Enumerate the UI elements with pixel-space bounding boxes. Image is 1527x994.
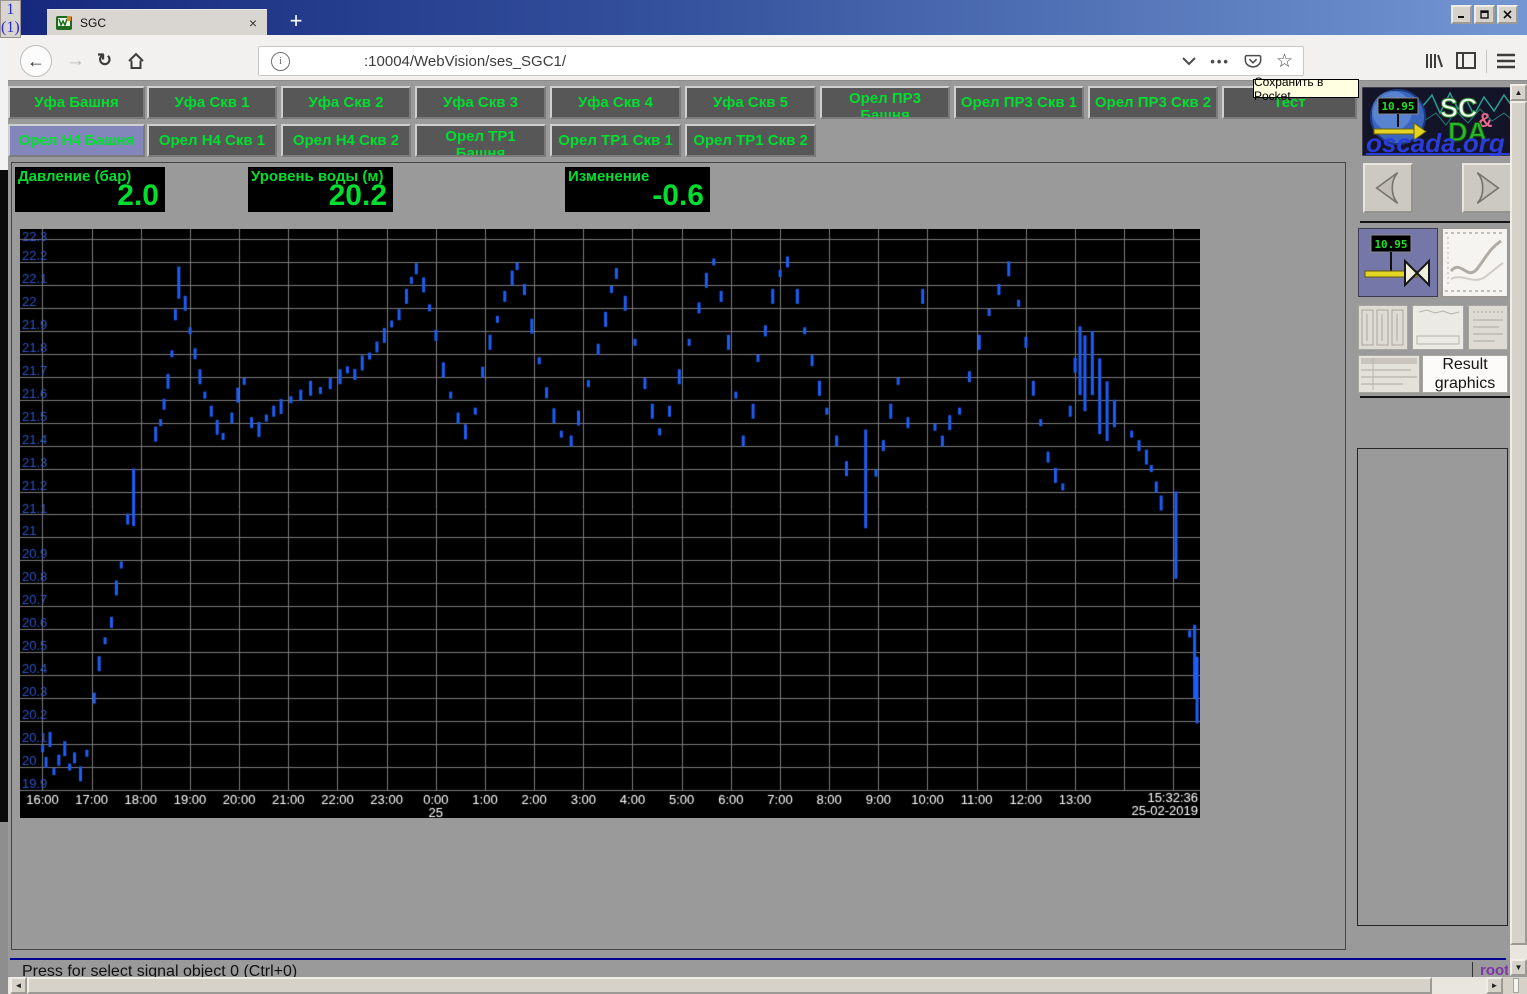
panel-divider-bottom [1360,396,1510,398]
status-user[interactable]: root [1480,962,1508,977]
scada-button-orel-tr1-bashnya[interactable]: Орел ТР1 Башня [415,124,546,157]
result-graphics-button[interactable]: Result graphics [1422,355,1508,393]
tab-close-icon[interactable]: × [249,15,257,31]
page-prev-icon [1367,167,1409,209]
status-divider [1472,962,1473,977]
home-icon [126,51,146,71]
page-actions-icon[interactable]: ••• [1210,54,1230,69]
status-separator-line [10,958,1506,960]
tab-favicon-icon [56,15,72,31]
scada-button-orel-pr3-bashnya[interactable]: Орел ПР3 Башня [820,86,950,119]
result-graphics-line2: graphics [1435,374,1495,393]
background-window-sliver-dark [0,170,8,822]
widget-thumb-document[interactable] [1412,305,1464,350]
scada-button-orel-tr1-skv2[interactable]: Орел ТР1 Скв 2 [685,124,816,157]
url-bar[interactable]: i :10004/WebVision/ses_SGC1/ ••• ☆ [258,46,1304,76]
scada-button-orel-n4-bashnya[interactable]: Орел Н4 Башня [8,124,145,157]
home-button[interactable] [126,51,146,76]
widget-thumb-table[interactable] [1358,355,1420,393]
widget-icon-valve-selected[interactable]: 10.95 [1358,228,1438,297]
screen: SGC × + ← → ↻ i :10004/WebVision/ses_SGC… [0,0,1527,994]
browser-tab-sgc[interactable]: SGC × [47,9,267,35]
reload-button[interactable]: ↻ [97,50,112,71]
library-icon[interactable] [1424,51,1444,71]
scada-button-ufa-skv1[interactable]: Уфа Скв 1 [147,86,277,119]
scada-button-ufa-skv4[interactable]: Уфа Скв 4 [550,86,681,119]
info-icon[interactable]: i [271,52,290,71]
display-change-value: -0.6 [565,181,710,211]
scada-button-orel-pr3-skv2[interactable]: Орел ПР3 Скв 2 [1088,86,1218,119]
valve-icon-lcd-value: 10.95 [1374,238,1407,251]
hscroll-right-arrow[interactable]: ► [1486,977,1503,994]
oscada-logo: 10.95 SC & DA oscada.org [1362,87,1520,156]
page-prev-button[interactable] [1363,163,1413,213]
scada-button-ufa-bashnya[interactable]: Уфа Башня [8,86,145,119]
display-water-level-value: 20.2 [248,181,393,211]
scada-button-orel-pr3-skv1[interactable]: Орел ПР3 Скв 1 [954,86,1084,119]
page-total: (1) [1,19,20,37]
status-user-clip: root [1480,962,1508,977]
sidebar-icon[interactable] [1456,52,1476,70]
panel-divider-top [1360,221,1510,223]
vscroll-thumb[interactable] [1510,101,1527,945]
scada-button-ufa-skv5[interactable]: Уфа Скв 5 [685,86,816,119]
toolbar-separator [1486,50,1487,73]
display-pressure[interactable]: Давление (бар) 2.0 [15,167,165,212]
close-button[interactable] [1497,5,1518,24]
minimize-button[interactable] [1451,5,1472,24]
page-indicator: 1 (1) [0,0,21,38]
maximize-button[interactable] [1474,5,1495,24]
display-water-level[interactable]: Уровень воды (м) 20.2 [248,167,393,212]
pocket-tooltip: Сохранить в Pocket [1253,79,1359,98]
hscroll-thumb[interactable] [27,977,1432,994]
side-panel-empty-box [1357,448,1508,926]
forward-button[interactable]: → [66,50,85,72]
widget-thumb-schematic[interactable] [1468,305,1508,350]
vscroll-down-arrow[interactable]: ▼ [1510,959,1527,976]
scada-button-orel-tr1-skv1[interactable]: Орел ТР1 Скв 1 [550,124,681,157]
display-pressure-value: 2.0 [15,181,165,211]
scada-button-ufa-skv3[interactable]: Уфа Скв 3 [415,86,546,119]
window-controls [1451,5,1518,24]
back-icon: ← [27,51,45,72]
tab-title: SGC [80,16,106,30]
bookmark-star-icon[interactable]: ☆ [1276,53,1293,70]
result-graphics-line1: Result [1442,355,1487,374]
logo-site: oscada.org [1366,128,1505,156]
trend-chart-canvas[interactable] [20,229,1200,818]
page-current: 1 [6,1,14,19]
new-tab-button[interactable]: + [285,11,307,33]
scada-button-ufa-skv2[interactable]: Уфа Скв 2 [281,86,411,119]
logo-lcd-value: 10.95 [1381,100,1414,113]
chevron-down-icon[interactable] [1182,57,1196,66]
menu-icon[interactable] [1496,53,1516,69]
page-next-icon [1466,167,1508,209]
vscroll-up-arrow[interactable]: ▲ [1510,84,1527,101]
url-text: :10004/WebVision/ses_SGC1/ [364,53,566,70]
widget-icon-graph[interactable] [1442,228,1508,297]
hscroll-left-arrow[interactable]: ◄ [10,977,27,994]
display-change[interactable]: Изменение -0.6 [565,167,710,212]
widget-thumb-panels[interactable] [1358,305,1408,350]
scada-button-orel-n4-skv2[interactable]: Орел Н4 Скв 2 [281,124,411,157]
pocket-icon[interactable] [1244,52,1262,70]
scrollbar-corner-slot [1513,978,1519,993]
back-button[interactable]: ← [20,45,52,77]
page-next-button[interactable] [1462,163,1512,213]
scada-button-orel-n4-skv1[interactable]: Орел Н4 Скв 1 [147,124,277,157]
background-window-sliver-gray [0,822,8,994]
